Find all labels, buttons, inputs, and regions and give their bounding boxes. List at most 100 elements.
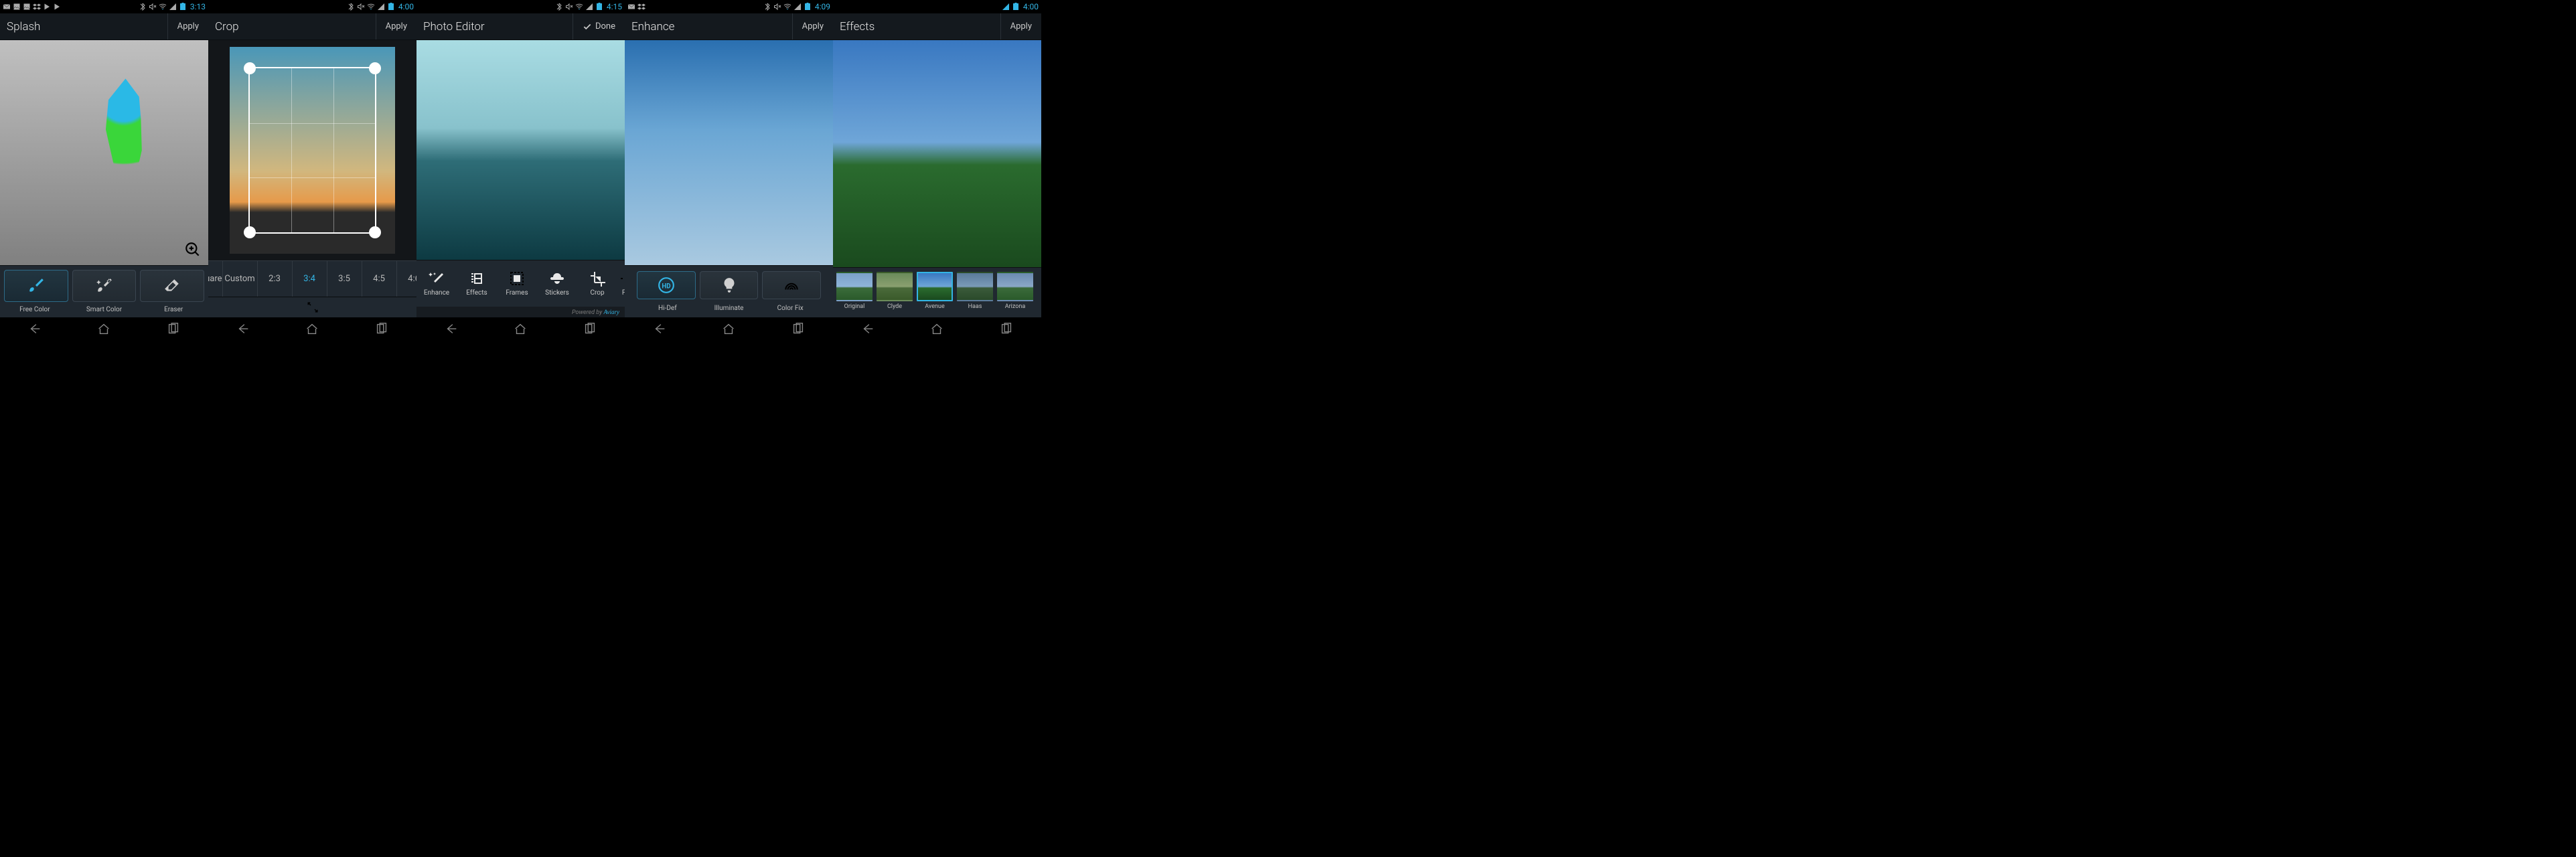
tool-label: Illuminate [698, 305, 760, 312]
status-bar: 4:15 [416, 0, 625, 13]
crop-handle-tl[interactable] [244, 62, 256, 74]
ratio-3-4[interactable]: 3:4 [293, 261, 327, 297]
image-icon [23, 3, 31, 11]
filter-arizona[interactable]: Arizona [996, 272, 1034, 313]
crop-grid-line [250, 123, 375, 124]
mail-icon [627, 3, 635, 11]
zoom-button[interactable] [183, 240, 203, 260]
nav-recent-button[interactable] [791, 321, 806, 339]
canvas[interactable] [208, 40, 416, 260]
filter-thumb [957, 272, 993, 301]
photo [416, 40, 625, 260]
app-bar: Effects Apply [833, 13, 1041, 40]
filter-avenue[interactable]: Avenue [916, 272, 954, 313]
image-icon [13, 3, 21, 11]
ratio-bar[interactable]: Square Custom 2:3 3:4 3:5 4:5 4:6 [208, 260, 416, 297]
hidef-button[interactable] [637, 271, 696, 299]
apply-button[interactable]: Apply [792, 13, 833, 40]
smart-color-button[interactable] [72, 270, 137, 302]
stickers-tool[interactable]: Stickers [537, 260, 577, 307]
ratio-2-3[interactable]: 2:3 [258, 261, 293, 297]
focus-tool[interactable]: Foc [617, 260, 625, 307]
dropbox-icon [637, 3, 646, 11]
signal-icon [1002, 3, 1010, 11]
illuminate-button[interactable] [700, 271, 759, 299]
photo [625, 40, 833, 265]
battery-icon [387, 3, 395, 11]
wifi-icon [367, 3, 375, 11]
apply-button[interactable]: Apply [376, 13, 416, 40]
nav-recent-button[interactable] [374, 321, 389, 339]
crop-tool[interactable]: Crop [577, 260, 617, 307]
canvas[interactable] [625, 40, 833, 265]
battery-icon [804, 3, 812, 11]
mute-icon [149, 3, 157, 11]
mute-icon [773, 3, 781, 11]
status-left [3, 3, 61, 11]
toolbar: Hi-Def Illuminate Color Fix [625, 265, 833, 317]
free-color-button[interactable] [4, 270, 68, 302]
filter-thumb [877, 272, 913, 301]
canvas[interactable] [833, 40, 1041, 267]
ratio-square[interactable]: Square [208, 261, 223, 297]
ratio-4-5[interactable]: 4:5 [362, 261, 397, 297]
crop-handle-tr[interactable] [369, 62, 381, 74]
toolbar: Free Color Smart Color Eraser [0, 265, 208, 317]
canvas[interactable] [0, 40, 208, 265]
dropbox-icon [33, 3, 41, 11]
nav-back-button[interactable] [860, 321, 875, 339]
tool-label: Color Fix [759, 305, 821, 312]
nav-recent-button[interactable] [166, 321, 181, 339]
status-right: 3:13 [139, 2, 206, 11]
tool-label: Free Color [0, 306, 70, 313]
ratio-3-5[interactable]: 3:5 [327, 261, 362, 297]
nav-home-button[interactable] [305, 321, 319, 339]
nav-recent-button[interactable] [999, 321, 1014, 339]
nav-home-button[interactable] [929, 321, 944, 339]
crop-rectangle[interactable] [248, 67, 376, 234]
canvas[interactable] [416, 40, 625, 260]
effects-tool[interactable]: Effects [457, 260, 497, 307]
filter-original[interactable]: Original [836, 272, 873, 313]
nav-back-button[interactable] [236, 321, 250, 339]
filter-thumb [997, 272, 1033, 301]
frames-tool[interactable]: Frames [497, 260, 537, 307]
page-title: Crop [208, 20, 239, 33]
filter-clyde[interactable]: Clyde [876, 272, 913, 313]
crop-handle-br[interactable] [369, 226, 381, 238]
ratio-4-6[interactable]: 4:6 [397, 261, 416, 297]
done-button[interactable]: Done [573, 13, 625, 40]
nav-home-button[interactable] [513, 321, 528, 339]
battery-icon [179, 3, 187, 11]
colorfix-button[interactable] [762, 271, 821, 299]
app-bar: Photo Editor Done [416, 13, 625, 40]
nav-recent-button[interactable] [583, 321, 597, 339]
enhance-tool[interactable]: Enhance [416, 260, 457, 307]
ratio-custom[interactable]: Custom [223, 261, 258, 297]
nav-back-button[interactable] [27, 321, 42, 339]
apply-button[interactable]: Apply [1000, 13, 1041, 40]
eraser-button[interactable] [140, 270, 204, 302]
nav-back-button[interactable] [444, 321, 459, 339]
bluetooth-icon [347, 3, 355, 11]
play-icon [43, 3, 51, 11]
rotate-button[interactable] [208, 297, 416, 317]
filter-strip[interactable]: Original Clyde Avenue Haas Arizona [833, 267, 1041, 317]
screen-crop: 4:00 Crop Apply Square Custom 2:3 3:4 3:… [208, 0, 416, 343]
nav-home-button[interactable] [96, 321, 111, 339]
nav-home-button[interactable] [721, 321, 736, 339]
nav-bar [416, 317, 625, 343]
status-time: 4:15 [607, 2, 622, 11]
battery-icon [595, 3, 603, 11]
nav-back-button[interactable] [652, 321, 667, 339]
tool-strip[interactable]: Enhance Effects Frames Stickers Crop Foc [416, 260, 625, 307]
status-time: 4:09 [815, 2, 830, 11]
screen-enhance: 4:09 Enhance Apply Hi-Def Illuminate Col… [625, 0, 833, 343]
nav-bar [833, 317, 1041, 343]
app-bar: Crop Apply [208, 13, 416, 40]
crop-handle-bl[interactable] [244, 226, 256, 238]
filter-haas[interactable]: Haas [956, 272, 994, 313]
photo [833, 40, 1041, 267]
status-bar: 4:00 [208, 0, 416, 13]
apply-button[interactable]: Apply [167, 13, 208, 40]
